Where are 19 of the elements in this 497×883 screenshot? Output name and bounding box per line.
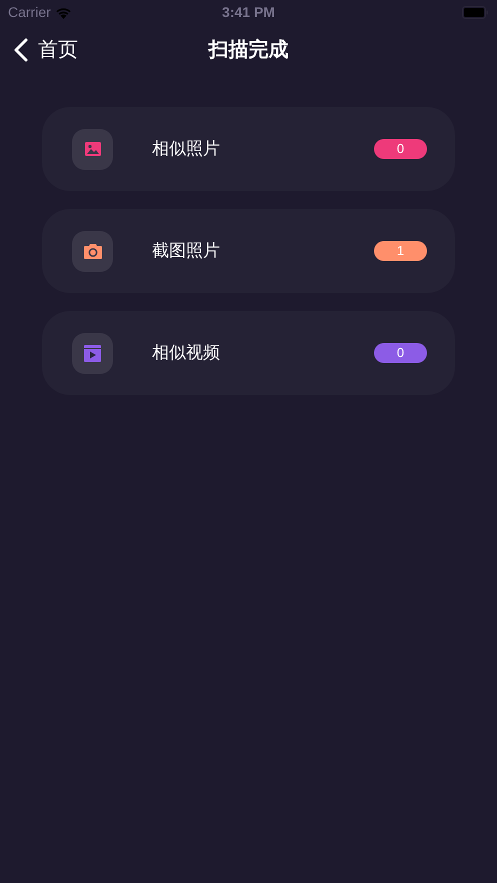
battery-icon: [462, 6, 489, 19]
wifi-icon: [54, 6, 72, 18]
page-title: 扫描完成: [208, 38, 288, 63]
category-label: 相似视频: [152, 342, 221, 364]
clock-time: 3:41 PM: [222, 3, 275, 22]
category-label: 截图照片: [152, 240, 221, 262]
camera-icon: [84, 244, 102, 258]
result-card[interactable]: 相似视频 0: [42, 311, 455, 395]
count-badge: 0: [374, 139, 427, 159]
video-icon: [84, 344, 101, 362]
category-label: 相似照片: [152, 138, 221, 160]
result-card[interactable]: 相似照片 0: [42, 107, 455, 191]
image-icon: [84, 142, 100, 156]
chevron-left-icon: [14, 38, 28, 62]
back-button[interactable]: 首页: [14, 35, 78, 65]
carrier-label: Carrier: [8, 3, 51, 22]
count-badge: 1: [374, 241, 427, 261]
count-badge: 0: [374, 343, 427, 363]
result-card[interactable]: 截图照片 1: [42, 209, 455, 293]
